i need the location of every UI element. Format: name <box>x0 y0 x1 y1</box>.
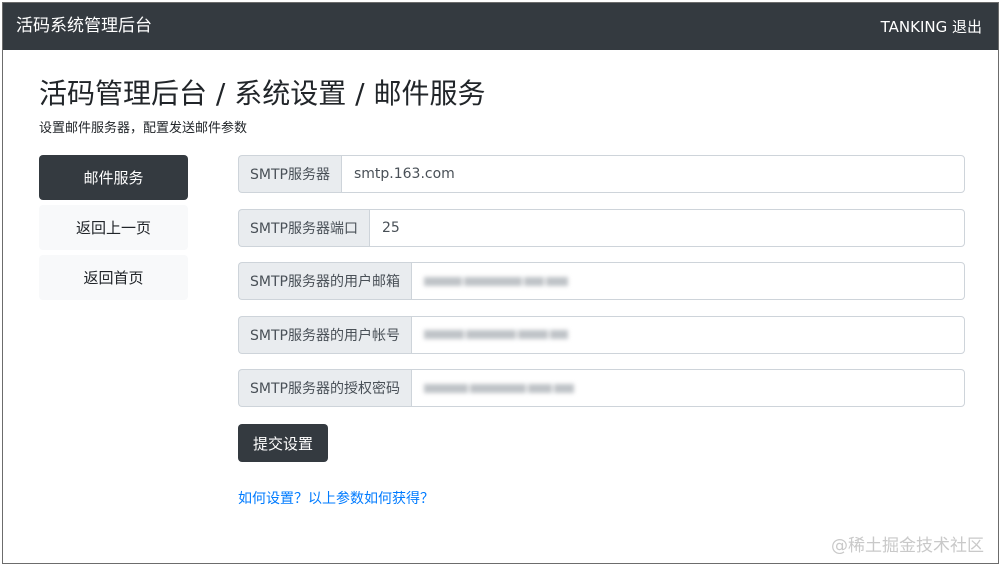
smtp-settings-form: SMTP服务器 smtp.163.com SMTP服务器端口 25 SMTP服务… <box>238 155 965 423</box>
brand-title[interactable]: 活码系统管理后台 <box>16 16 152 36</box>
smtp-password-input[interactable] <box>410 369 965 407</box>
smtp-account-group: SMTP服务器的用户帐号 <box>238 315 965 354</box>
sidebar-nav: 邮件服务 返回上一页 返回首页 <box>39 155 188 305</box>
redacted-value <box>423 370 574 406</box>
page-subtitle: 设置邮件服务器，配置发送邮件参数 <box>39 121 248 136</box>
user-logout-link[interactable]: TANKING 退出 <box>881 17 982 37</box>
smtp-server-label: SMTP服务器 <box>238 155 341 193</box>
smtp-email-group: SMTP服务器的用户邮箱 <box>238 262 965 300</box>
smtp-port-input[interactable]: 25 <box>368 208 965 247</box>
sidebar-item-back[interactable]: 返回上一页 <box>39 205 188 250</box>
smtp-account-input[interactable] <box>410 315 965 354</box>
submit-settings-button[interactable]: 提交设置 <box>238 424 328 462</box>
app-window: 活码系统管理后台 TANKING 退出 活码管理后台 / 系统设置 / 邮件服务… <box>2 2 999 564</box>
redacted-value <box>423 317 568 353</box>
help-link[interactable]: 如何设置？以上参数如何获得？ <box>238 488 434 508</box>
redacted-value <box>423 263 568 299</box>
top-navbar: 活码系统管理后台 TANKING 退出 <box>3 3 998 50</box>
smtp-account-label: SMTP服务器的用户帐号 <box>238 315 411 354</box>
smtp-password-label: SMTP服务器的授权密码 <box>238 369 411 407</box>
smtp-server-input[interactable]: smtp.163.com <box>340 155 965 193</box>
smtp-server-group: SMTP服务器 smtp.163.com <box>238 155 965 193</box>
smtp-password-group: SMTP服务器的授权密码 <box>238 369 965 407</box>
smtp-port-label: SMTP服务器端口 <box>238 208 369 247</box>
page-title: 活码管理后台 / 系统设置 / 邮件服务 <box>39 77 486 110</box>
smtp-port-group: SMTP服务器端口 25 <box>238 208 965 247</box>
smtp-email-input[interactable] <box>410 262 965 300</box>
sidebar-item-home[interactable]: 返回首页 <box>39 255 188 300</box>
smtp-email-label: SMTP服务器的用户邮箱 <box>238 262 411 300</box>
sidebar-item-mail-service[interactable]: 邮件服务 <box>39 155 188 200</box>
watermark: @稀土掘金技术社区 <box>831 536 984 556</box>
